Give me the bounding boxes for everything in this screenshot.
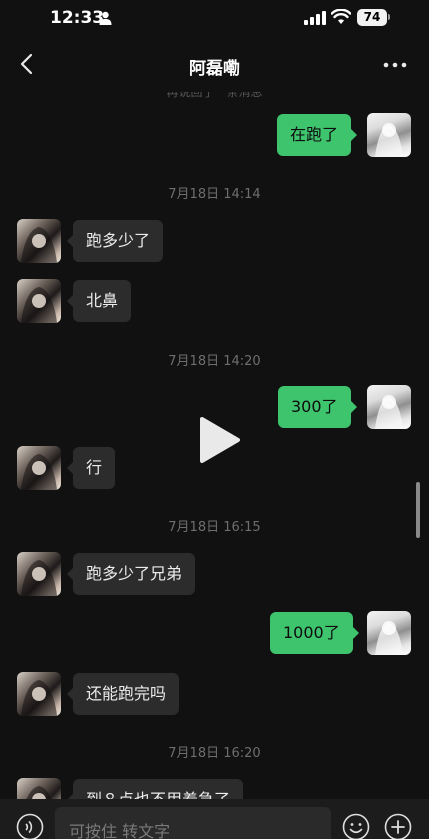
avatar-contact[interactable] xyxy=(17,219,61,263)
timestamp: 7月18日 14:20 xyxy=(168,354,261,369)
message-bubble-outgoing[interactable]: 1000了 xyxy=(270,612,359,654)
scrollbar[interactable] xyxy=(416,482,420,538)
avatar-contact[interactable] xyxy=(17,279,61,323)
timestamp: 7月18日 16:20 xyxy=(168,746,261,761)
person-icon xyxy=(99,11,112,25)
wifi-icon xyxy=(331,9,351,24)
message-bubble-incoming[interactable]: 到８点也不用着急了 xyxy=(66,779,244,799)
voice-icon[interactable] xyxy=(16,813,44,839)
timestamp: 7月18日 14:14 xyxy=(168,187,261,202)
more-icon[interactable] xyxy=(380,56,410,74)
message-bubble-incoming[interactable]: 还能跑完吗 xyxy=(66,673,180,715)
message-bubble-incoming[interactable]: 跑多少了兄弟 xyxy=(66,553,196,595)
message-bubble-incoming[interactable]: 北鼻 xyxy=(66,280,132,322)
chat-title: 阿磊嘞 xyxy=(189,59,240,79)
message-input[interactable]: 可按住 转文字 xyxy=(55,807,331,839)
clipped-notice: 再说回了一条消息 xyxy=(166,92,263,99)
signal-icon xyxy=(304,11,326,25)
battery-level: 74 xyxy=(363,10,381,24)
battery-tip xyxy=(388,14,390,20)
avatar-contact[interactable] xyxy=(17,672,61,716)
avatar-contact[interactable] xyxy=(17,552,61,596)
avatar-contact[interactable] xyxy=(17,446,61,490)
avatar-self[interactable] xyxy=(367,611,411,655)
message-bubble-outgoing[interactable]: 300了 xyxy=(278,386,357,428)
chat-header: 阿磊嘞 xyxy=(0,38,429,92)
avatar-self[interactable] xyxy=(367,113,411,157)
battery-indicator: 74 xyxy=(357,9,387,26)
emoji-icon[interactable] xyxy=(342,813,370,839)
input-bar: 可按住 转文字 xyxy=(0,799,429,839)
input-placeholder: 可按住 转文字 xyxy=(69,822,171,839)
message-bubble-incoming[interactable]: 跑多少了 xyxy=(66,220,164,262)
chat-area[interactable]: 再说回了一条消息 在跑了 7月18日 14:14 跑多少了 北鼻 7月18日 1… xyxy=(0,92,429,799)
message-bubble-outgoing[interactable]: 在跑了 xyxy=(277,114,358,156)
timestamp: 7月18日 16:15 xyxy=(168,520,261,535)
play-icon[interactable] xyxy=(194,415,242,465)
message-bubble-incoming[interactable]: 行 xyxy=(66,447,116,489)
status-time: 12:33 xyxy=(50,8,105,28)
plus-icon[interactable] xyxy=(384,813,412,839)
status-bar: 12:33 74 xyxy=(0,0,429,38)
avatar-self[interactable] xyxy=(367,385,411,429)
avatar-contact[interactable] xyxy=(17,778,61,799)
